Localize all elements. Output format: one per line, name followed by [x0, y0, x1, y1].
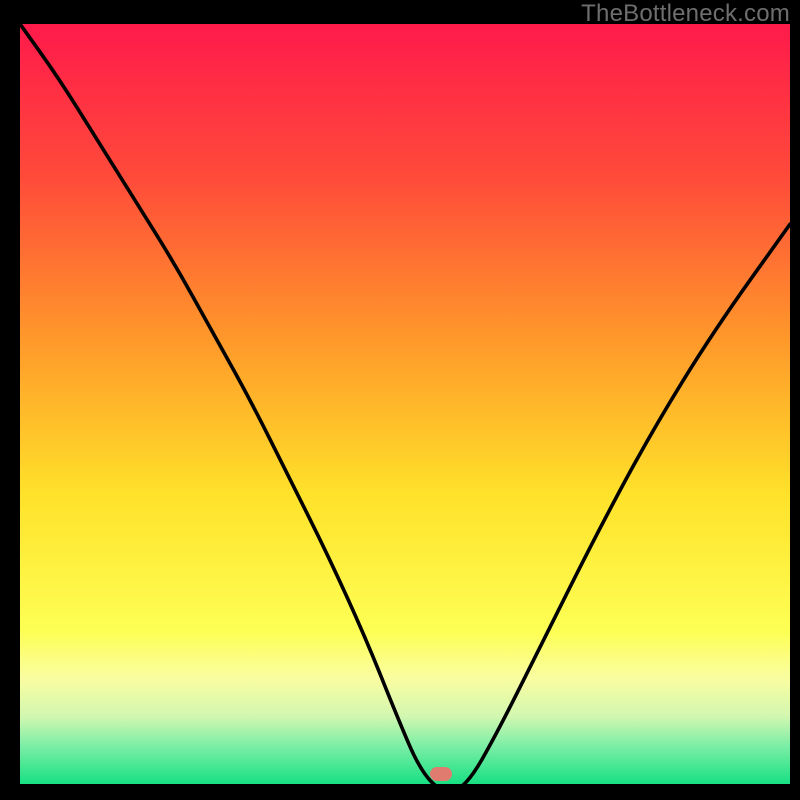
optimum-marker [430, 767, 452, 781]
chart-stage: TheBottleneck.com [0, 0, 800, 800]
bottleneck-curve [20, 24, 790, 794]
curve-path [20, 24, 790, 791]
plot-area [20, 24, 790, 784]
watermark-text: TheBottleneck.com [581, 0, 790, 28]
